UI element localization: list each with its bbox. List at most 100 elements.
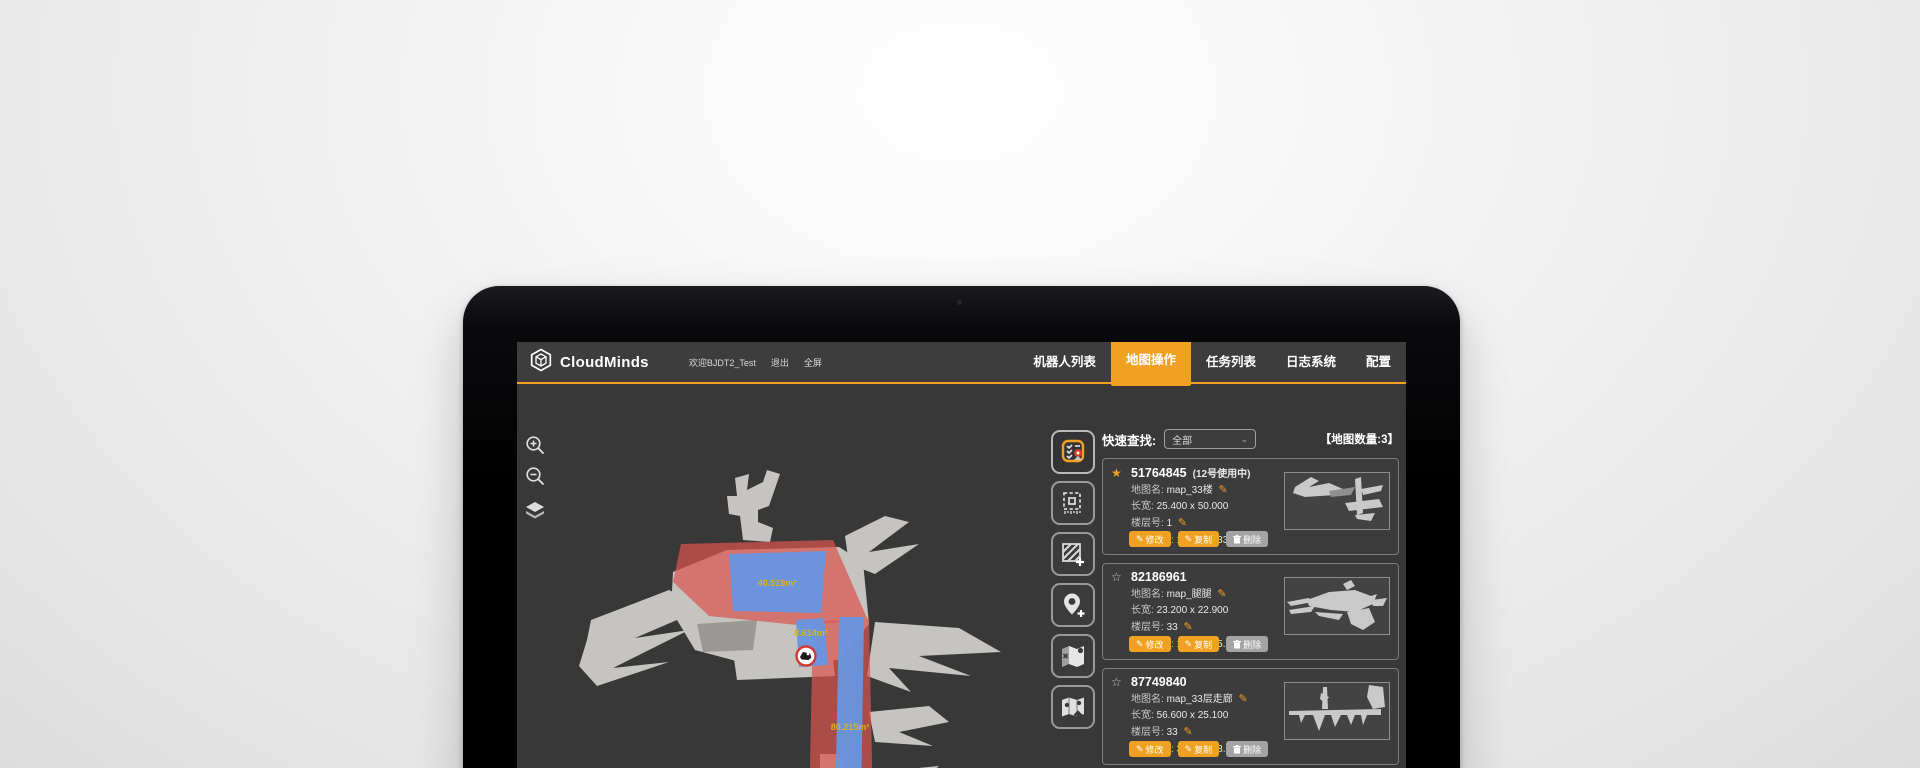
map-filter-value: 全部	[1172, 432, 1192, 447]
add-point-icon	[1059, 591, 1087, 619]
map-thumbnail	[1284, 577, 1390, 635]
map-marker-button[interactable]	[1051, 634, 1095, 678]
zoom-out-icon[interactable]	[524, 465, 546, 487]
add-virtual-wall-button[interactable]	[1051, 532, 1095, 576]
map-marker-icon	[1059, 642, 1087, 670]
map-name-value: map_腿腿	[1167, 589, 1212, 600]
tab-robot-list[interactable]: 机器人列表	[1018, 342, 1111, 382]
map-blob	[867, 622, 1001, 692]
tab-task-list[interactable]: 任务列表	[1191, 342, 1271, 382]
map-blob	[869, 706, 949, 746]
map-zone-blue-corridor[interactable]	[835, 617, 864, 768]
modify-button[interactable]: ✎ 修改	[1129, 741, 1171, 757]
upload-map-icon	[1059, 693, 1087, 721]
area-label: 40.519m²	[758, 578, 797, 588]
webcam-dot	[957, 300, 962, 305]
brand: CloudMinds	[529, 348, 649, 377]
modify-button[interactable]: ✎ 修改	[1129, 531, 1171, 547]
task-point-list-button[interactable]	[1051, 430, 1095, 474]
map-card: ☆ 82186961 地图名: map_腿腿 ✎ 长宽:	[1102, 563, 1399, 660]
delete-button[interactable]: 删除	[1226, 741, 1268, 757]
area-label: 80.215m²	[831, 722, 870, 732]
quick-find-label: 快速查找:	[1102, 430, 1156, 449]
map-floor-value: 33	[1167, 727, 1178, 738]
map-card: ★ 51764845 (12号使用中) 地图名: map_33楼 ✎ 长宽	[1102, 458, 1399, 555]
map-name-value: map_33层走廊	[1167, 694, 1233, 705]
edit-name-icon[interactable]: ✎	[1217, 588, 1226, 600]
pencil-icon: ✎	[1185, 534, 1193, 545]
map-size-value: 56.600 x 25.100	[1157, 710, 1229, 721]
map-controls	[524, 434, 546, 522]
pencil-icon: ✎	[1136, 744, 1144, 755]
layers-icon[interactable]	[524, 500, 546, 522]
area-label: 8.614m²	[794, 628, 828, 638]
content-area: 40.519m² 8.614m² 80.215m²	[517, 384, 1406, 768]
measure-region-icon	[1059, 489, 1087, 517]
app-screen: CloudMinds 欢迎BJDT2_Test 退出 全屏 机器人列表 地图操作…	[517, 342, 1406, 768]
fullscreen-link[interactable]: 全屏	[804, 356, 822, 369]
map-thumbnail	[1284, 682, 1390, 740]
modify-button[interactable]: ✎ 修改	[1129, 636, 1171, 652]
map-filter-select[interactable]: 全部 ⌄	[1164, 429, 1256, 449]
logout-link[interactable]: 退出	[771, 356, 789, 369]
zoom-in-icon[interactable]	[524, 434, 546, 456]
map-floor-value: 33	[1167, 622, 1178, 633]
map-id: 51764845	[1131, 466, 1187, 480]
delete-button[interactable]: 删除	[1226, 636, 1268, 652]
tab-map-operation[interactable]: 地图操作	[1111, 342, 1191, 386]
map-card: ☆ 87749840 地图名: map_33层走廊 ✎ 长宽:	[1102, 668, 1399, 765]
map-count-text: 【地图数量:3】	[1320, 431, 1399, 447]
favorite-star-icon[interactable]: ★	[1111, 466, 1125, 480]
upload-map-button[interactable]	[1051, 685, 1095, 729]
favorite-star-icon[interactable]: ☆	[1111, 570, 1125, 584]
navbar: CloudMinds 欢迎BJDT2_Test 退出 全屏 机器人列表 地图操作…	[517, 342, 1406, 384]
favorite-star-icon[interactable]: ☆	[1111, 675, 1125, 689]
edit-floor-icon[interactable]: ✎	[1183, 726, 1192, 738]
brand-name: CloudMinds	[560, 354, 649, 371]
map-size-value: 25.400 x 50.000	[1157, 501, 1229, 512]
add-virtual-wall-icon	[1059, 540, 1087, 568]
edit-floor-icon[interactable]: ✎	[1183, 621, 1192, 633]
copy-button[interactable]: ✎ 复制	[1178, 741, 1220, 757]
map-id: 87749840	[1131, 675, 1187, 689]
pencil-icon: ✎	[1185, 744, 1193, 755]
map-in-use-badge: (12号使用中)	[1193, 465, 1251, 480]
add-point-button[interactable]	[1051, 583, 1095, 627]
copy-button[interactable]: ✎ 复制	[1178, 531, 1220, 547]
map-name-value: map_33楼	[1167, 485, 1213, 496]
cloudminds-logo-icon	[529, 348, 553, 377]
edit-name-icon[interactable]: ✎	[1238, 693, 1247, 705]
map-list-panel: 快速查找: 全部 ⌄ 【地图数量:3】 ★ 51764845 (12号使用中)	[1102, 428, 1399, 768]
map-blob-dark	[697, 620, 757, 652]
measure-region-button[interactable]	[1051, 481, 1095, 525]
map-toolbar	[1051, 430, 1095, 729]
trash-icon	[1233, 535, 1241, 544]
map-id: 82186961	[1131, 570, 1187, 584]
nav-tabs: 机器人列表 地图操作 任务列表 日志系统 配置	[1018, 342, 1406, 382]
task-point-list-icon	[1059, 438, 1087, 466]
trash-icon	[1233, 745, 1241, 754]
edit-name-icon[interactable]: ✎	[1218, 484, 1227, 496]
quick-find-bar: 快速查找: 全部 ⌄ 【地图数量:3】	[1102, 428, 1399, 450]
welcome-text: 欢迎BJDT2_Test	[689, 356, 756, 369]
map-size-value: 23.200 x 22.900	[1157, 605, 1229, 616]
copy-button[interactable]: ✎ 复制	[1178, 636, 1220, 652]
tab-log-system[interactable]: 日志系统	[1271, 342, 1351, 382]
trash-icon	[1233, 640, 1241, 649]
pencil-icon: ✎	[1136, 639, 1144, 650]
map-blob	[845, 516, 919, 574]
pencil-icon: ✎	[1185, 639, 1193, 650]
map-floor-value: 1	[1167, 518, 1173, 529]
map-blob	[579, 590, 705, 686]
map-blob	[727, 470, 780, 542]
map-thumbnail	[1284, 472, 1390, 530]
desktop-background: CloudMinds 欢迎BJDT2_Test 退出 全屏 机器人列表 地图操作…	[0, 0, 1920, 768]
delete-button[interactable]: 删除	[1226, 531, 1268, 547]
pencil-icon: ✎	[1136, 534, 1144, 545]
edit-floor-icon[interactable]: ✎	[1178, 517, 1187, 529]
laptop-frame: CloudMinds 欢迎BJDT2_Test 退出 全屏 机器人列表 地图操作…	[463, 286, 1460, 768]
map-canvas[interactable]: 40.519m² 8.614m² 80.215m²	[577, 424, 1057, 768]
robot-position-marker[interactable]	[797, 647, 816, 666]
chevron-down-icon: ⌄	[1241, 434, 1249, 445]
tab-config[interactable]: 配置	[1351, 342, 1406, 382]
